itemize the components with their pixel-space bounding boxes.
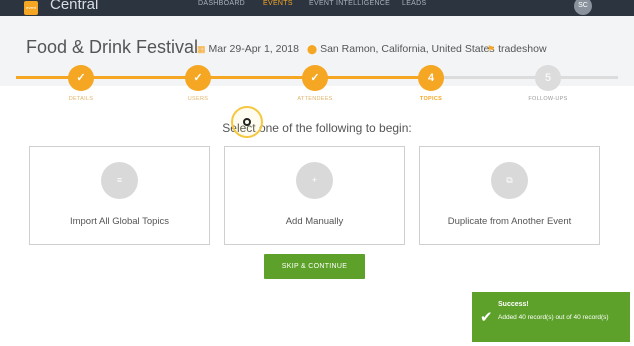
nav-event-intelligence[interactable]: EVENT INTELLIGENCE <box>309 0 390 8</box>
app-logo[interactable]: event <box>24 1 38 15</box>
card-label: Import All Global Topics <box>69 216 170 227</box>
event-type-text: tradeshow <box>498 43 547 55</box>
calendar-icon: ▦ <box>197 44 206 54</box>
step-topics[interactable]: 4 <box>418 65 444 91</box>
success-toast[interactable]: ✔ Success! Added 40 record(s) out of 40 … <box>472 292 630 342</box>
duplicate-event-card[interactable]: ⧉ Duplicate from Another Event <box>419 146 600 245</box>
check-icon: ✔ <box>480 309 493 326</box>
flag-icon: ⚑ <box>487 44 496 54</box>
skip-continue-button[interactable]: SKIP & CONTINUE <box>264 254 365 279</box>
step-attendees[interactable]: ✓ <box>302 65 328 91</box>
location-pin-icon: ⬤ <box>307 44 318 54</box>
step-follow-ups[interactable]: 5 <box>535 65 561 91</box>
step-label-follow-ups: FOLLOW-UPS <box>528 96 568 102</box>
add-manually-card[interactable]: + Add Manually <box>224 146 405 245</box>
plus-icon: + <box>296 162 333 199</box>
step-label-topics: TOPICS <box>419 96 443 102</box>
toast-message: Added 40 record(s) out of 40 record(s) <box>498 314 609 321</box>
step-details[interactable]: ✓ <box>68 65 94 91</box>
import-global-topics-card[interactable]: ≡ Import All Global Topics <box>29 146 210 245</box>
step-users[interactable]: ✓ <box>185 65 211 91</box>
step-label-attendees: ATTENDEES <box>297 96 333 102</box>
user-avatar[interactable]: SC <box>574 0 592 15</box>
card-label: Duplicate from Another Event <box>447 216 572 227</box>
list-icon: ≡ <box>101 162 138 199</box>
event-dates-text: Mar 29-Apr 1, 2018 <box>208 43 299 55</box>
progress-line-remaining <box>431 76 618 79</box>
top-navbar: event Central DASHBOARD EVENTS EVENT INT… <box>0 0 634 16</box>
copy-icon: ⧉ <box>491 162 528 199</box>
event-location-text: San Ramon, California, United States <box>320 43 495 55</box>
card-label: Add Manually <box>285 216 344 227</box>
nav-leads[interactable]: LEADS <box>402 0 426 8</box>
event-type: ⚑ tradeshow <box>487 43 547 55</box>
cursor-icon <box>243 118 251 126</box>
app-title[interactable]: Central <box>50 0 98 13</box>
nav-events[interactable]: EVENTS <box>263 0 293 8</box>
event-location: ⬤ San Ramon, California, United States <box>307 43 495 55</box>
nav-dashboard[interactable]: DASHBOARD <box>198 0 245 8</box>
event-title: Food & Drink Festival <box>26 37 199 57</box>
event-dates: ▦ Mar 29-Apr 1, 2018 <box>197 43 299 55</box>
step-label-users: USERS <box>187 96 209 102</box>
step-label-details: DETAILS <box>68 96 94 102</box>
toast-title: Success! <box>498 301 529 308</box>
instruction-text: Select one of the following to begin: <box>222 121 412 135</box>
